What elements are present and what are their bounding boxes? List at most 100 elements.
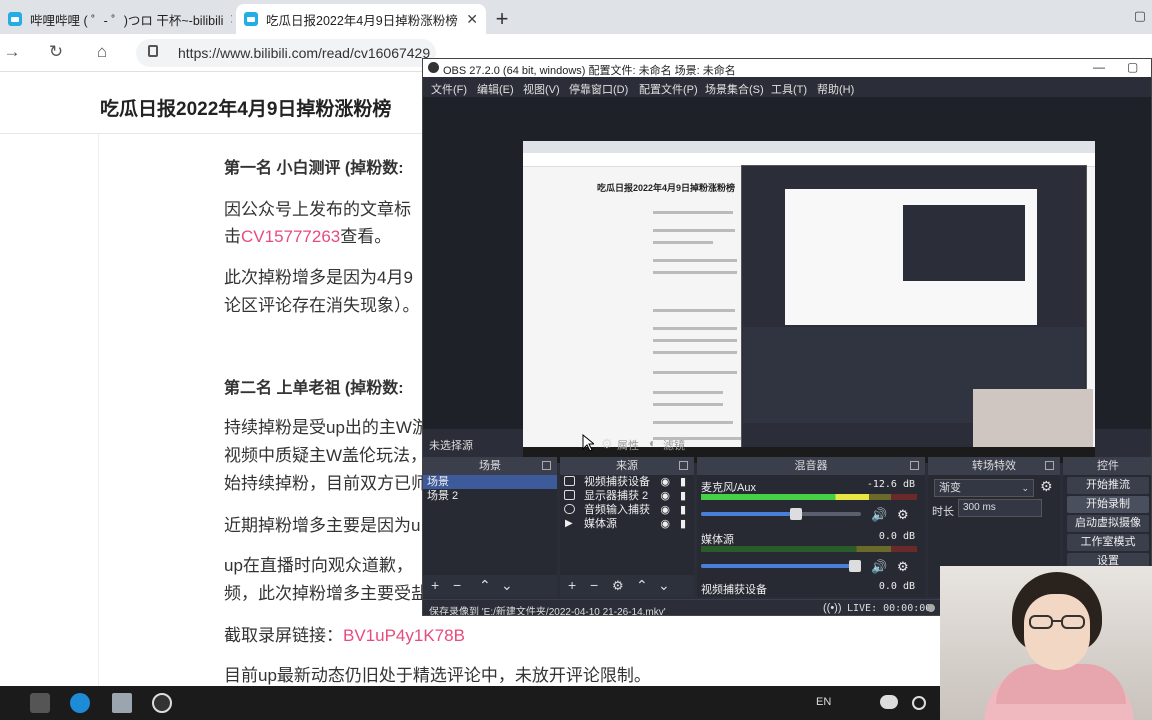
- gear-icon[interactable]: ⚙: [612, 578, 624, 594]
- remove-icon[interactable]: −: [453, 577, 461, 593]
- scene-item[interactable]: 场景 2: [423, 489, 557, 503]
- gear-icon[interactable]: ⚙: [897, 559, 909, 575]
- preview-text-line: [653, 403, 723, 406]
- add-icon[interactable]: +: [431, 577, 439, 593]
- menu-tools[interactable]: 工具(T): [771, 81, 807, 97]
- source-toolbar: 未选择源 ⚙ 属性 ◐ 滤镜: [423, 433, 1151, 453]
- cloud-icon[interactable]: [880, 695, 898, 709]
- mouse-cursor: [582, 434, 594, 452]
- close-icon[interactable]: ✕: [460, 11, 478, 28]
- preview-canvas[interactable]: 吃瓜日报2022年4月9日掉粉涨粉榜: [523, 141, 1095, 463]
- scenes-panel: 场景 场景 场景 2 + − ⌃ ⌄: [423, 457, 557, 597]
- sources-footer: + − ⚙ ⌃ ⌄: [560, 575, 694, 597]
- recording-path: 保存录像到 'E:/新建文件夹/2022-04-10 21-26-14.mkv': [429, 607, 666, 616]
- minimize-icon[interactable]: —: [1093, 60, 1105, 74]
- lock-icon[interactable]: ▮: [680, 475, 686, 489]
- lock-icon[interactable]: ▮: [680, 489, 686, 503]
- lock-icon[interactable]: ▮: [680, 503, 686, 517]
- up-icon[interactable]: ⌃: [636, 577, 648, 594]
- source-item[interactable]: ▶ 媒体源 ◉ ▮: [560, 517, 694, 531]
- panel-title: 转场特效: [972, 460, 1016, 472]
- new-tab-button[interactable]: +: [490, 6, 514, 32]
- lock-icon: [148, 45, 158, 57]
- camera-icon: [564, 476, 575, 486]
- dock-icon[interactable]: [542, 461, 551, 470]
- menu-scene-collection[interactable]: 场景集合(S): [705, 81, 764, 97]
- eye-icon[interactable]: ◉: [660, 517, 670, 531]
- start-recording-button[interactable]: 开始录制: [1067, 496, 1149, 513]
- url-text[interactable]: https://www.bilibili.com/read/cv16067429: [178, 45, 430, 61]
- close-icon[interactable]: ✕: [223, 11, 232, 28]
- cv-link[interactable]: CV15777263: [241, 227, 340, 246]
- scene-item[interactable]: 场景: [423, 475, 557, 489]
- speaker-icon[interactable]: 🔊: [871, 559, 887, 575]
- menu-docks[interactable]: 停靠窗口(D): [569, 81, 628, 97]
- transitions-header: 转场特效: [928, 457, 1060, 475]
- maximize-icon[interactable]: ▢: [1134, 8, 1146, 24]
- mixer-track: 媒体源 0.0 dB 🔊 ⚙: [701, 531, 917, 579]
- menu-help[interactable]: 帮助(H): [817, 81, 854, 97]
- language-indicator[interactable]: EN: [816, 696, 831, 708]
- mixer-panel: 混音器 麦克风/Aux -12.6 dB 🔊 ⚙ 媒体源 0.0 dB 🔊 ⚙ …: [697, 457, 925, 597]
- fader-knob[interactable]: [789, 508, 802, 520]
- eye-icon[interactable]: ◉: [660, 503, 670, 517]
- menu-view[interactable]: 视图(V): [523, 81, 560, 97]
- refresh-icon[interactable]: ↻: [44, 42, 68, 62]
- maximize-icon[interactable]: ▢: [1127, 60, 1138, 74]
- home-icon[interactable]: ⌂: [90, 42, 114, 62]
- gear-icon[interactable]: ⚙: [897, 507, 909, 523]
- filter-icon[interactable]: ◐: [649, 436, 656, 450]
- start-virtual-camera-button[interactable]: 启动虚拟摄像: [1067, 515, 1149, 532]
- menu-profile[interactable]: 配置文件(P): [639, 81, 698, 97]
- duration-input[interactable]: 300 ms: [958, 499, 1042, 517]
- up-icon[interactable]: ⌃: [479, 577, 491, 594]
- bilibili-icon: [8, 12, 22, 26]
- transition-select[interactable]: 渐变 ⌄: [934, 479, 1034, 497]
- studio-mode-button[interactable]: 工作室模式: [1067, 534, 1149, 551]
- bv-link[interactable]: BV1uP4y1K78B: [343, 626, 465, 645]
- speaker-icon[interactable]: 🔊: [871, 507, 887, 523]
- app-icon[interactable]: [30, 693, 50, 713]
- filters-button[interactable]: 滤镜: [663, 437, 685, 453]
- forward-icon[interactable]: →: [0, 42, 24, 62]
- obs-icon[interactable]: [152, 693, 172, 713]
- obs-tray-icon[interactable]: [912, 696, 926, 710]
- webcam-person-face: [1024, 594, 1090, 670]
- tab-bilibili-home[interactable]: 哔哩哔哩 ( ゜- ゜)つロ 干杯~-bilibili ✕: [0, 4, 232, 34]
- source-item[interactable]: 音频输入捕获 ◉ ▮: [560, 503, 694, 517]
- dock-icon[interactable]: [910, 461, 919, 470]
- preview-text-line: [653, 259, 737, 262]
- volume-fader[interactable]: [701, 560, 861, 572]
- gear-icon[interactable]: ⚙: [601, 436, 613, 452]
- lock-icon[interactable]: ▮: [680, 517, 686, 531]
- preview-text-line: [653, 421, 733, 424]
- preview-article-title: 吃瓜日报2022年4月9日掉粉涨粉榜: [597, 183, 736, 193]
- article-paragraph: 目前up最新动态仍旧处于精选评论中，未放开评论限制。: [224, 666, 651, 685]
- source-item[interactable]: 视频捕获设备 ◉ ▮: [560, 475, 694, 489]
- remove-icon[interactable]: −: [590, 577, 598, 593]
- meter-level: [701, 494, 870, 500]
- article-paragraph: 持续掉粉是受up出的主W游: [224, 418, 429, 437]
- properties-button[interactable]: 属性: [617, 437, 639, 453]
- volume-fader[interactable]: [701, 508, 861, 520]
- start-streaming-button[interactable]: 开始推流: [1067, 477, 1149, 494]
- preview-text-line: [653, 271, 737, 274]
- down-icon[interactable]: ⌄: [501, 577, 513, 594]
- add-icon[interactable]: +: [568, 577, 576, 593]
- edge-icon[interactable]: [70, 693, 90, 713]
- gear-icon[interactable]: ⚙: [1040, 478, 1053, 495]
- dock-icon[interactable]: [1045, 461, 1054, 470]
- eye-icon[interactable]: ◉: [660, 489, 670, 503]
- notepad-icon[interactable]: [112, 693, 132, 713]
- source-item[interactable]: 显示器捕获 2 ◉ ▮: [560, 489, 694, 503]
- dock-icon[interactable]: [679, 461, 688, 470]
- source-label: 媒体源: [584, 518, 617, 530]
- eye-icon[interactable]: ◉: [660, 475, 670, 489]
- menu-file[interactable]: 文件(F): [431, 81, 467, 97]
- mixer-header: 混音器: [697, 457, 925, 475]
- tab-article[interactable]: 吃瓜日报2022年4月9日掉粉涨粉榜 ✕: [236, 4, 486, 34]
- down-icon[interactable]: ⌄: [658, 577, 670, 594]
- play-icon: ▶: [565, 518, 573, 529]
- fader-knob[interactable]: [849, 560, 861, 572]
- menu-edit[interactable]: 编辑(E): [477, 81, 514, 97]
